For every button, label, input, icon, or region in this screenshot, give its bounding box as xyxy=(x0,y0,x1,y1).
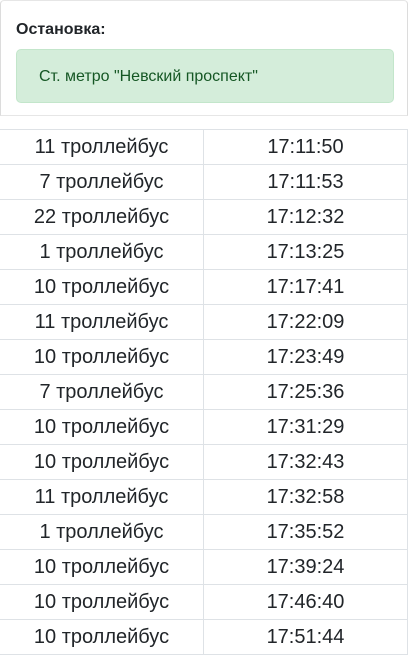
arrival-time-cell: 17:46:40 xyxy=(203,584,408,620)
arrival-time-cell: 17:25:36 xyxy=(203,374,408,410)
table-row: 1 троллейбус 17:35:52 xyxy=(0,514,408,550)
table-row: 10 троллейбус 17:32:43 xyxy=(0,444,408,480)
table-row: 10 троллейбус 17:23:49 xyxy=(0,339,408,375)
table-row: 7 троллейбус 17:11:53 xyxy=(0,164,408,200)
arrival-time-cell: 17:35:52 xyxy=(203,514,408,550)
arrival-time-cell: 17:31:29 xyxy=(203,409,408,445)
schedule-body: 11 троллейбус 17:11:50 7 троллейбус 17:11:5… xyxy=(0,129,408,655)
route-cell: 10 троллейбус xyxy=(0,409,204,445)
arrival-time-cell: 17:32:58 xyxy=(203,479,408,515)
arrival-time-cell: 17:13:25 xyxy=(203,234,408,270)
table-row: 1 троллейбус 17:13:25 xyxy=(0,234,408,270)
route-cell: 11 троллейбус xyxy=(0,129,204,165)
arrival-time-cell: 17:23:49 xyxy=(203,339,408,375)
route-cell: 10 троллейбус xyxy=(0,549,204,585)
table-row: 10 троллейбус 17:51:44 xyxy=(0,619,408,655)
route-cell: 10 троллейбус xyxy=(0,444,204,480)
table-row: 10 троллейбус 17:46:40 xyxy=(0,584,408,620)
arrival-schedule-table: 11 троллейбус 17:11:50 7 троллейбус 17:11:5… xyxy=(0,129,408,655)
route-cell: 10 троллейбус xyxy=(0,269,204,305)
arrival-time-cell: 17:17:41 xyxy=(203,269,408,305)
table-row: 11 троллейбус 17:32:58 xyxy=(0,479,408,515)
route-cell: 11 троллейбус xyxy=(0,304,204,340)
table-row: 7 троллейбус 17:25:36 xyxy=(0,374,408,410)
arrival-time-cell: 17:12:32 xyxy=(203,199,408,235)
stop-card: Остановка: Ст. метро "Невский проспект" xyxy=(0,0,408,116)
table-row: 10 троллейбус 17:17:41 xyxy=(0,269,408,305)
route-cell: 7 троллейбус xyxy=(0,374,204,410)
route-cell: 7 троллейбус xyxy=(0,164,204,200)
table-row: 10 троллейбус 17:31:29 xyxy=(0,409,408,445)
table-row: 11 троллейбус 17:22:09 xyxy=(0,304,408,340)
table-row: 10 троллейбус 17:39:24 xyxy=(0,549,408,585)
route-cell: 11 троллейбус xyxy=(0,479,204,515)
route-cell: 22 троллейбус xyxy=(0,199,204,235)
route-cell: 10 троллейбус xyxy=(0,584,204,620)
stop-name-alert: Ст. метро "Невский проспект" xyxy=(16,49,394,103)
arrival-time-cell: 17:51:44 xyxy=(203,619,408,655)
route-cell: 1 троллейбус xyxy=(0,514,204,550)
table-row: 11 троллейбус 17:11:50 xyxy=(0,129,408,165)
route-cell: 10 троллейбус xyxy=(0,619,204,655)
arrival-time-cell: 17:32:43 xyxy=(203,444,408,480)
table-row: 22 троллейбус 17:12:32 xyxy=(0,199,408,235)
arrival-time-cell: 17:39:24 xyxy=(203,549,408,585)
arrival-time-cell: 17:11:50 xyxy=(203,129,408,165)
route-cell: 1 троллейбус xyxy=(0,234,204,270)
arrival-time-cell: 17:11:53 xyxy=(203,164,408,200)
arrival-time-cell: 17:22:09 xyxy=(203,304,408,340)
route-cell: 10 троллейбус xyxy=(0,339,204,375)
page: Остановка: Ст. метро "Невский проспект" … xyxy=(0,0,409,660)
stop-label: Остановка: xyxy=(16,21,106,38)
